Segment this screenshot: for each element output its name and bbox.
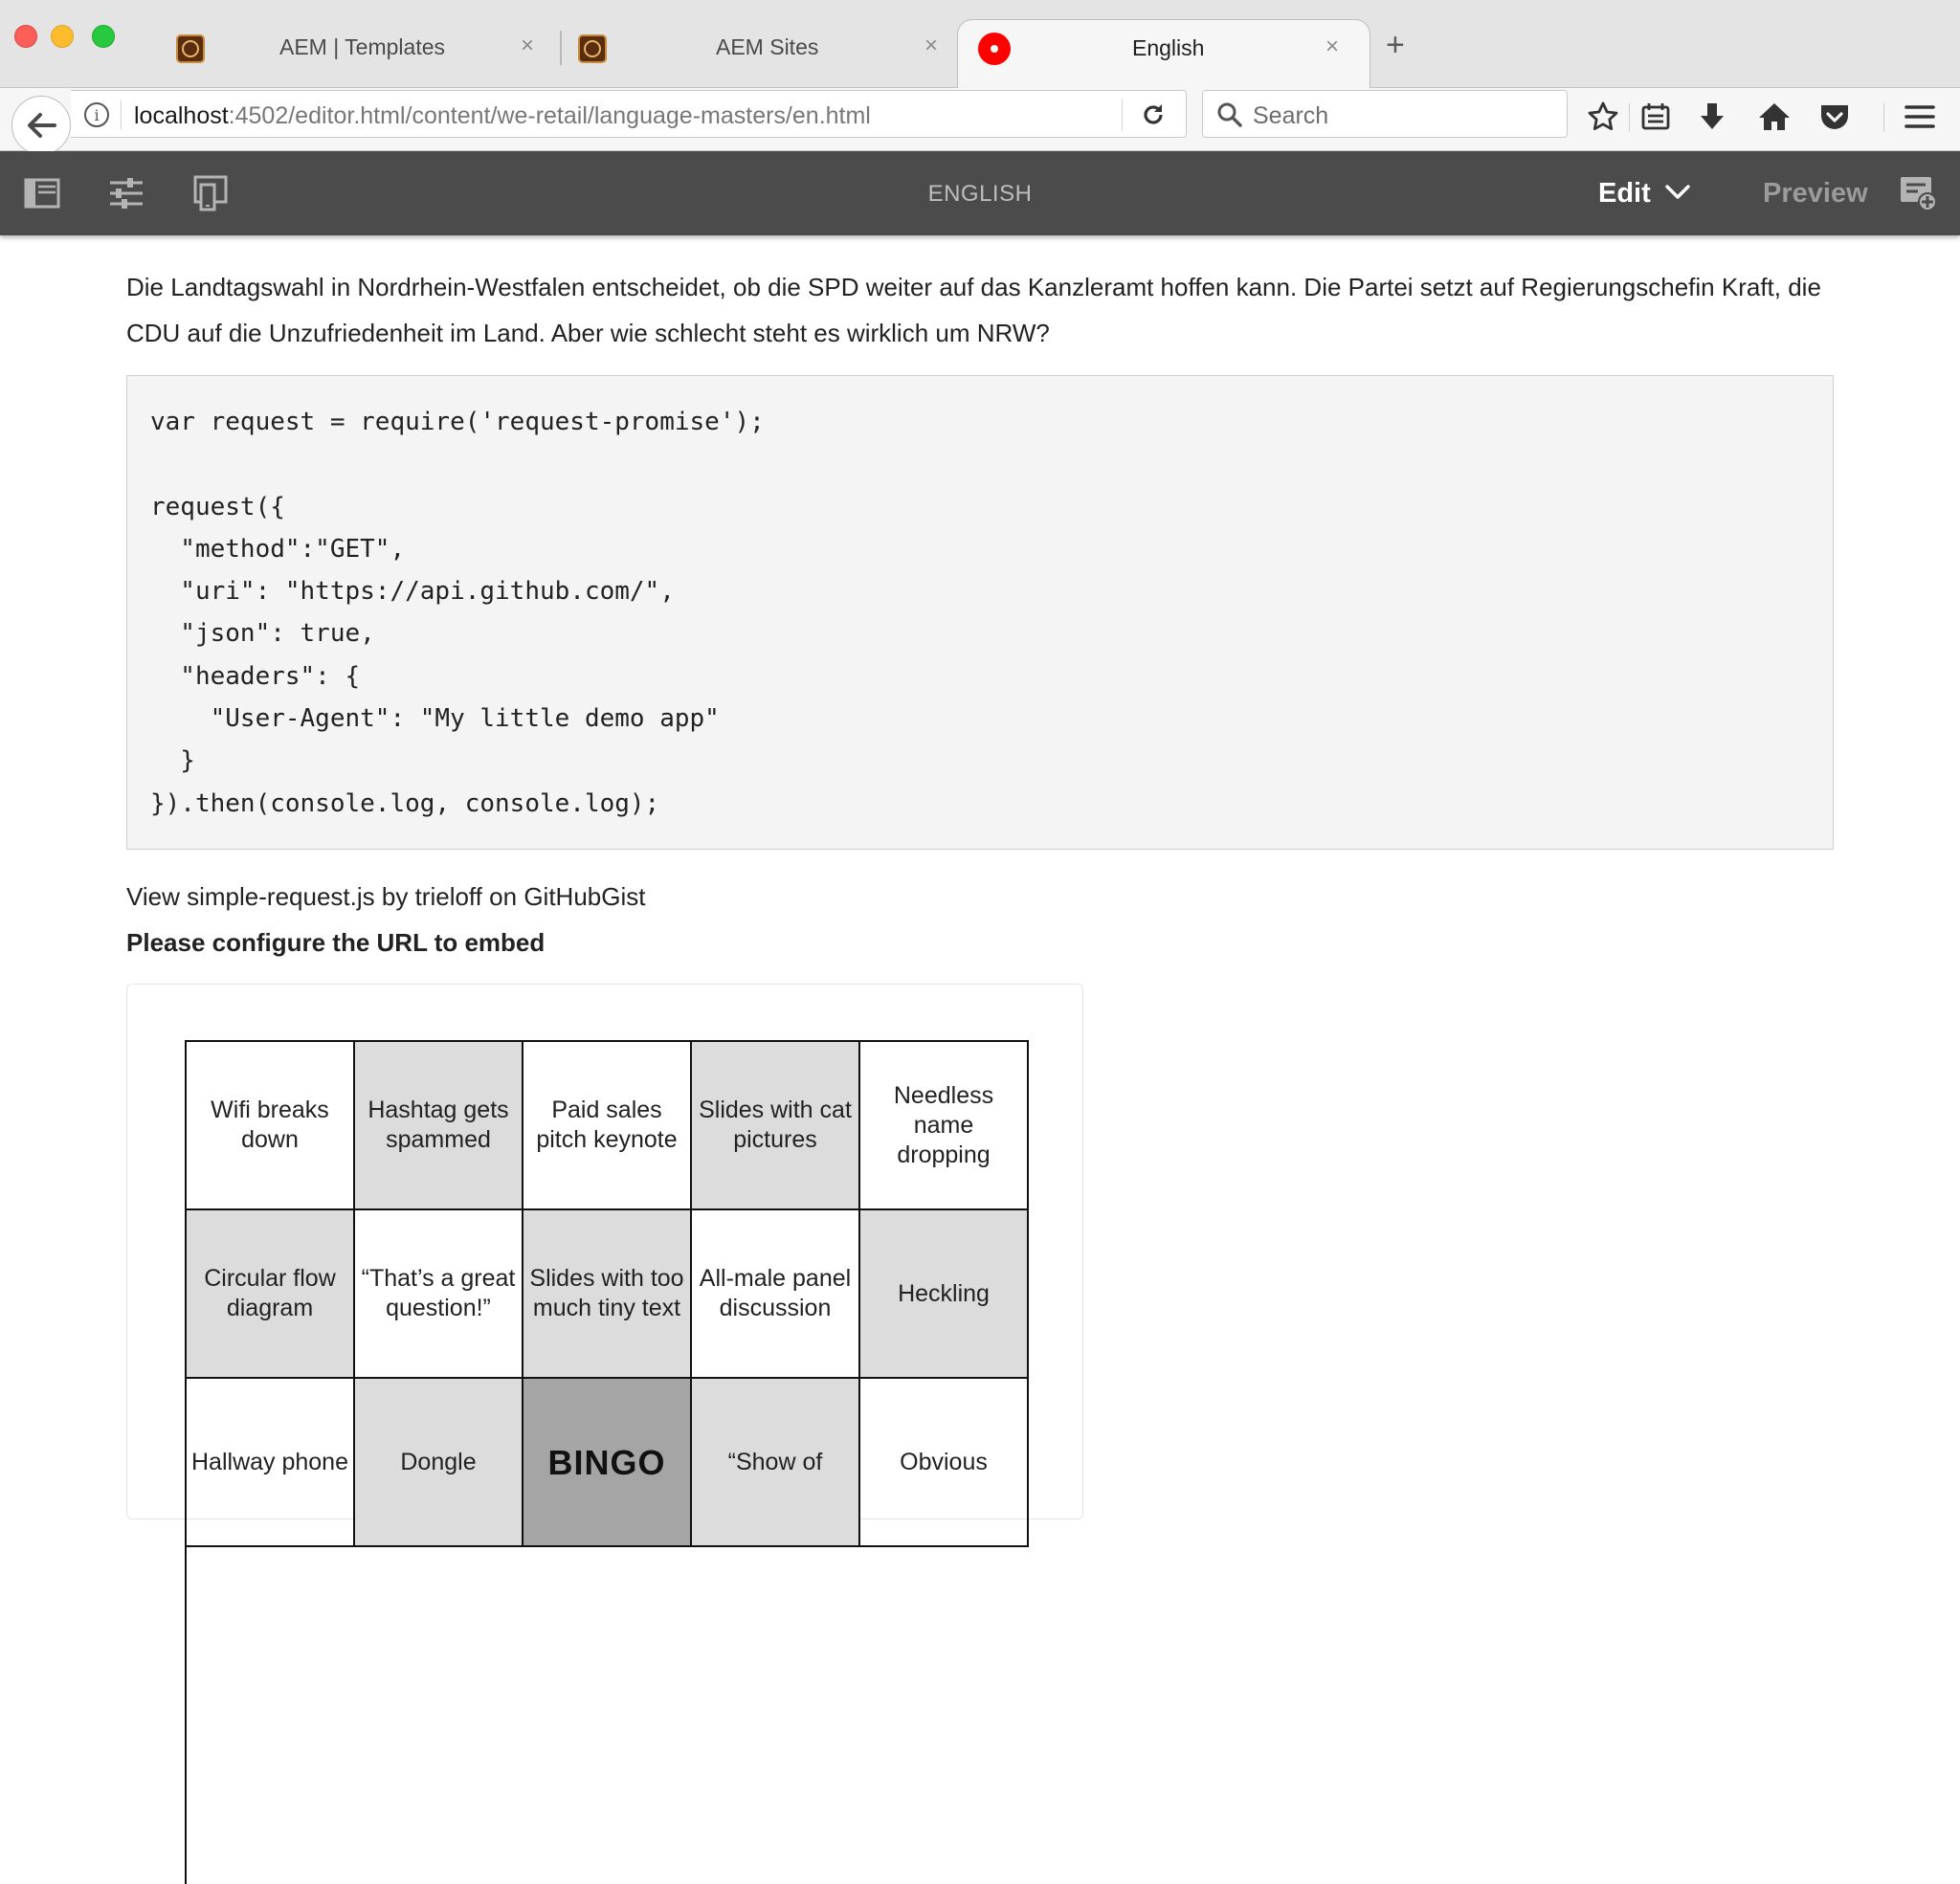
home-button[interactable] xyxy=(1755,98,1793,136)
embed-card[interactable]: Wifi breaks down Hashtag gets spammed Paid… xyxy=(126,984,1083,1884)
mode-selector[interactable]: Edit xyxy=(1598,178,1651,210)
bookmark-star-button[interactable] xyxy=(1584,98,1622,136)
bingo-cell: Heckling xyxy=(860,1210,1029,1379)
nav-divider xyxy=(1629,103,1630,132)
hamburger-menu-icon xyxy=(1904,105,1935,128)
bingo-cell: Circular flow diagram xyxy=(187,1210,355,1379)
new-tab-button[interactable]: + xyxy=(1386,29,1405,61)
site-info-icon[interactable]: i xyxy=(84,102,109,127)
gist-author-link[interactable]: trieloff xyxy=(415,882,482,911)
tab-label: AEM | Templates xyxy=(279,34,446,59)
annotations-button[interactable] xyxy=(1899,174,1937,212)
close-window-button[interactable] xyxy=(14,25,37,48)
code-block: var request = require('request-promise')… xyxy=(126,375,1834,850)
gist-by-text: by xyxy=(381,882,409,911)
url-divider xyxy=(1122,99,1123,131)
aem-editor-toolbar: ENGLISH Edit Preview xyxy=(0,151,1960,235)
home-icon xyxy=(1759,103,1790,130)
aem-favicon-icon xyxy=(578,34,607,63)
download-arrow-icon xyxy=(1701,103,1724,129)
bingo-cell: Hashtag gets spammed xyxy=(355,1042,523,1210)
tab-english-active[interactable]: English × xyxy=(957,19,1370,89)
url-host: localhost xyxy=(134,102,229,129)
bingo-cell: Slides with cat pictures xyxy=(692,1042,860,1210)
bingo-cell: BINGO xyxy=(523,1379,692,1547)
url-path: :4502/editor.html/content/we-retail/lang… xyxy=(228,102,871,129)
library-button[interactable] xyxy=(1637,98,1675,136)
nav-divider xyxy=(1883,103,1884,132)
url-divider xyxy=(121,100,122,129)
pocket-icon xyxy=(1821,105,1848,129)
search-input[interactable]: Search xyxy=(1202,90,1568,138)
code-snippet: var request = require('request-promise')… xyxy=(150,408,765,818)
gist-service-link[interactable]: GitHubGist xyxy=(523,882,645,911)
browser-tab-strip: AEM | Templates × AEM Sites × English × … xyxy=(0,0,1960,89)
close-tab-icon[interactable]: × xyxy=(924,33,938,59)
downloads-button[interactable] xyxy=(1693,98,1731,136)
bingo-cell: Dongle xyxy=(355,1379,523,1547)
record-favicon-icon xyxy=(978,33,1011,65)
reload-icon xyxy=(1144,104,1163,124)
tab-aem-templates[interactable]: AEM | Templates × xyxy=(163,0,553,88)
zoom-window-button[interactable] xyxy=(92,25,115,48)
bingo-cell: Paid sales pitch keynote xyxy=(523,1042,692,1210)
gist-attribution: View simple-request.js by trieloff on Gi… xyxy=(126,882,645,912)
bingo-cell: Needless name dropping xyxy=(860,1042,1029,1210)
search-placeholder: Search xyxy=(1253,102,1329,129)
embed-placeholder-message: Please configure the URL to embed xyxy=(126,928,546,957)
minimize-window-button[interactable] xyxy=(51,25,74,48)
bingo-cell: “Show of xyxy=(692,1379,860,1547)
url-text[interactable]: localhost:4502/editor.html/content/we-re… xyxy=(134,102,871,130)
gist-file-link[interactable]: simple-request.js xyxy=(187,882,375,911)
bingo-grid: Wifi breaks down Hashtag gets spammed Paid… xyxy=(185,1040,1029,1884)
pocket-button[interactable] xyxy=(1815,98,1854,136)
reload-button[interactable] xyxy=(1131,97,1175,133)
tab-label: English xyxy=(1132,35,1205,60)
intro-paragraph: Die Landtagswahl in Nordrhein-Westfalen … xyxy=(126,273,1821,347)
open-menu-button[interactable] xyxy=(1901,98,1939,136)
back-arrow-icon xyxy=(28,113,56,138)
tab-divider xyxy=(560,31,562,65)
aem-favicon-icon xyxy=(176,34,205,63)
browser-nav-bar: i localhost:4502/editor.html/content/we-… xyxy=(0,88,1960,155)
library-icon xyxy=(1641,103,1670,130)
back-button[interactable] xyxy=(11,96,71,155)
bingo-cell: “That’s a great question!” xyxy=(355,1210,523,1379)
bingo-cell: Slides with too much tiny text xyxy=(523,1210,692,1379)
add-annotation-icon xyxy=(1901,177,1937,211)
bingo-cell: Obvious xyxy=(860,1379,1029,1547)
bingo-cell: Wifi breaks down xyxy=(187,1042,355,1210)
close-tab-icon[interactable]: × xyxy=(521,33,534,59)
bingo-cell: Hallway phone xyxy=(187,1379,355,1547)
star-icon xyxy=(1588,101,1618,131)
gist-on-text: on xyxy=(489,882,518,911)
tab-aem-sites[interactable]: AEM Sites × xyxy=(565,0,957,88)
gist-view-text: View xyxy=(126,882,180,911)
preview-button[interactable]: Preview xyxy=(1763,178,1868,210)
chevron-down-icon[interactable] xyxy=(1665,184,1690,201)
close-tab-icon[interactable]: × xyxy=(1325,33,1339,60)
search-icon xyxy=(1217,102,1242,127)
bingo-cell: All-male panel discussion xyxy=(692,1210,860,1379)
tab-label: AEM Sites xyxy=(716,34,819,59)
url-bar[interactable]: i localhost:4502/editor.html/content/we-… xyxy=(71,90,1187,138)
